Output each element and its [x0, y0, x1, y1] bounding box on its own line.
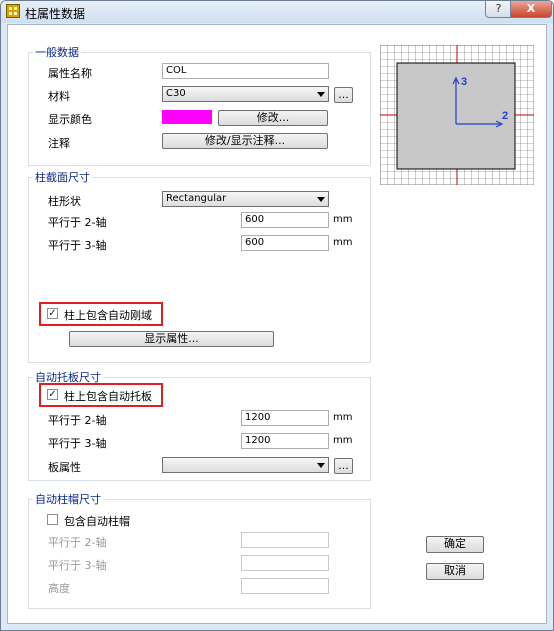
section-dimensions-title: 柱截面尺寸	[33, 169, 92, 185]
drop-axis2-field[interactable]: 1200	[241, 410, 329, 426]
chevron-down-icon	[317, 197, 325, 202]
window-title: 柱属性数据	[25, 7, 86, 21]
section-axis3-unit: mm	[333, 237, 353, 248]
drop-axis2-label: 平行于 2-轴	[48, 414, 107, 427]
rigid-zone-label: 柱上包含自动刚域	[64, 309, 152, 322]
property-name-label: 属性名称	[48, 67, 92, 80]
axis2-label: 2	[502, 110, 508, 122]
slab-browse-button[interactable]: ...	[334, 458, 353, 474]
section-axis2-unit: mm	[333, 214, 353, 225]
property-name-field[interactable]: COL	[162, 63, 329, 79]
dialog-window: 柱属性数据 ? X 一般数据 属性名称 COL 材料 C30 ... 显示颜色 …	[0, 0, 554, 631]
column-shape-label: 柱形状	[48, 195, 81, 208]
section-axis2-field[interactable]: 600	[241, 212, 329, 228]
column-capital-include-label: 包含自动柱帽	[64, 515, 130, 528]
capital-axis3-field[interactable]	[241, 555, 329, 571]
title-bar: 柱属性数据 ? X	[1, 1, 553, 23]
ok-button[interactable]: 确定	[426, 536, 484, 553]
section-axis3-label: 平行于 3-轴	[48, 239, 107, 252]
display-color-swatch[interactable]	[162, 110, 212, 124]
cancel-button[interactable]: 取消	[426, 563, 484, 580]
chevron-down-icon	[317, 463, 325, 468]
material-select[interactable]: C30	[162, 86, 329, 102]
capital-height-field[interactable]	[241, 578, 329, 594]
slab-property-select[interactable]	[162, 457, 329, 473]
material-select-value: C30	[166, 88, 186, 99]
column-shape-value: Rectangular	[166, 193, 227, 204]
section-preview: 3 2	[380, 45, 534, 185]
capital-height-label: 高度	[48, 582, 70, 595]
capital-axis2-field[interactable]	[241, 532, 329, 548]
drop-panel-include-label: 柱上包含自动托板	[64, 390, 152, 403]
dialog-client-area: 一般数据 属性名称 COL 材料 C30 ... 显示颜色 修改... 注释 修…	[7, 24, 547, 624]
axis3-label: 3	[461, 76, 467, 88]
modify-notes-button[interactable]: 修改/显示注释...	[162, 133, 328, 149]
chevron-down-icon	[317, 92, 325, 97]
show-properties-button[interactable]: 显示属性...	[69, 331, 274, 347]
modify-color-button[interactable]: 修改...	[218, 110, 328, 126]
column-shape-select[interactable]: Rectangular	[162, 191, 329, 207]
close-button[interactable]: X	[510, 1, 552, 18]
capital-axis3-label: 平行于 3-轴	[48, 559, 107, 572]
drop-axis3-label: 平行于 3-轴	[48, 437, 107, 450]
material-browse-button[interactable]: ...	[334, 87, 353, 103]
notes-label: 注释	[48, 137, 70, 150]
section-axis2-label: 平行于 2-轴	[48, 216, 107, 229]
column-capital-title: 自动柱帽尺寸	[33, 491, 103, 507]
drop-panel-checkbox[interactable]: ✓	[47, 389, 58, 400]
material-label: 材料	[48, 90, 70, 103]
general-data-title: 一般数据	[33, 44, 81, 60]
capital-axis2-label: 平行于 2-轴	[48, 536, 107, 549]
rigid-zone-checkbox[interactable]: ✓	[47, 308, 58, 319]
help-button[interactable]: ?	[485, 1, 512, 18]
drop-axis3-field[interactable]: 1200	[241, 433, 329, 449]
section-axis3-field[interactable]: 600	[241, 235, 329, 251]
slab-property-label: 板属性	[48, 461, 81, 474]
drop-axis3-unit: mm	[333, 435, 353, 446]
drop-axis2-unit: mm	[333, 412, 353, 423]
app-icon	[6, 4, 20, 18]
display-color-label: 显示颜色	[48, 113, 92, 126]
column-capital-checkbox[interactable]	[47, 514, 58, 525]
